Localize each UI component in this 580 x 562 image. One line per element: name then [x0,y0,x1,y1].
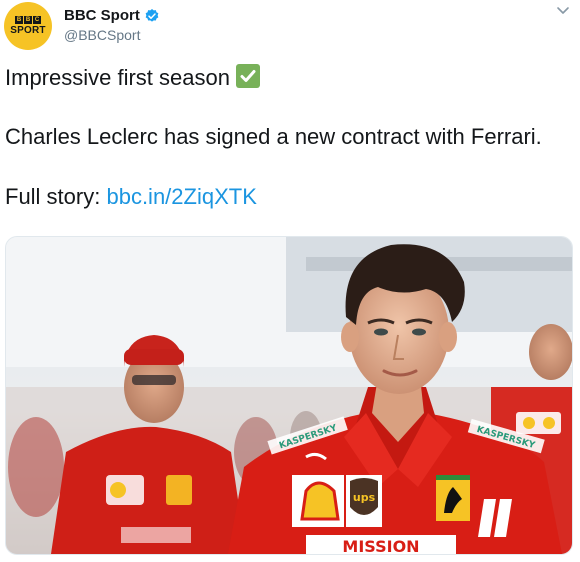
full-story-label: Full story: [5,184,107,209]
tweet-text-line2: Charles Leclerc has signed a new contrac… [5,124,542,149]
caret-down-icon[interactable] [556,6,570,16]
bbc-letter-b2: B [24,16,32,24]
bbc-letter-c: C [33,16,41,24]
verified-badge-icon [145,8,159,22]
bbc-logo-sport: SPORT [10,25,46,36]
author-handle[interactable]: @BBCSport [64,27,140,43]
author-display-name[interactable]: BBC Sport [64,7,140,24]
bbc-logo-blocks: B B C [15,16,41,24]
mission-text: MISSION [342,537,419,554]
tweet-text-line3: Full story: bbc.in/2ZiqXTK [5,184,257,210]
tweet-media-image[interactable]: KASPERSKY KASPERSKY ups MISSION [5,236,573,555]
story-link[interactable]: bbc.in/2ZiqXTK [106,184,256,209]
checkmark-emoji-icon [235,64,260,88]
leclerc-photo: KASPERSKY KASPERSKY ups MISSION [6,237,572,554]
tweet-text-impressive: Impressive first season [5,65,230,90]
tweet-card: B B C SPORT BBC Sport @BBCSport Impressi… [0,0,580,562]
author-name-row: BBC Sport [64,7,160,24]
bbc-sport-avatar[interactable]: B B C SPORT [4,2,52,50]
bbc-letter-b1: B [15,16,23,24]
tweet-text-line1: Impressive first season [5,64,260,91]
ups-text: ups [353,491,376,504]
